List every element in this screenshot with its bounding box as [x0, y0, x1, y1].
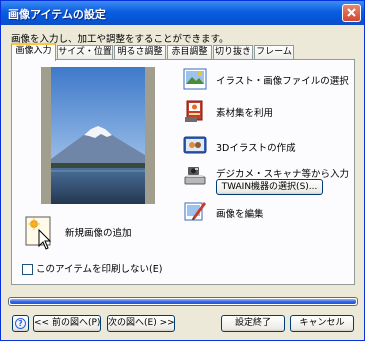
- window-title: 画像アイテムの設定: [8, 8, 106, 21]
- digicam-scanner-option[interactable]: デジカメ・スキャナ等から入力: [216, 166, 349, 180]
- image-file-icon[interactable]: [183, 67, 207, 91]
- create-3d-option[interactable]: 3Dイラストの作成: [216, 140, 296, 154]
- title-bar[interactable]: 画像アイテムの設定: [1, 1, 364, 25]
- tab-brightness[interactable]: 明るさ調整: [114, 45, 166, 60]
- next-figure-button[interactable]: 次の図へ(E) >>: [107, 315, 175, 332]
- finish-settings-button[interactable]: 設定終了: [221, 315, 285, 332]
- add-new-image-label[interactable]: 新規画像の追加: [65, 225, 132, 239]
- progress-fill: [10, 299, 356, 304]
- use-material-option[interactable]: 素材集を利用: [216, 105, 273, 119]
- material-collection-icon[interactable]: [183, 99, 207, 123]
- settings-dialog: 画像アイテムの設定 画像を入力し、加工や調整をすることができます。 画像入力 サ…: [0, 0, 365, 341]
- prev-figure-button[interactable]: << 前の図へ(P): [33, 315, 101, 332]
- tab-red-eye[interactable]: 赤目調整: [167, 45, 212, 60]
- progress-bar: [8, 297, 358, 306]
- tab-frame[interactable]: フレーム: [254, 45, 294, 60]
- tab-size-position[interactable]: サイズ・位置: [57, 45, 113, 60]
- preview-photo: [51, 67, 145, 204]
- new-image-icon[interactable]: [25, 216, 55, 250]
- image-preview: [41, 67, 155, 204]
- cancel-button[interactable]: キャンセル: [290, 315, 354, 332]
- no-print-checkbox[interactable]: [22, 264, 33, 275]
- close-icon: [347, 8, 356, 17]
- tab-image-input[interactable]: 画像入力: [11, 43, 56, 61]
- help-button[interactable]: ?: [12, 315, 29, 332]
- edit-image-icon[interactable]: [183, 199, 207, 223]
- edit-image-option[interactable]: 画像を編集: [216, 206, 264, 220]
- select-image-file-option[interactable]: イラスト・画像ファイルの選択: [216, 73, 349, 87]
- twain-select-button[interactable]: TWAIN機器の選択(S)...: [216, 179, 323, 195]
- tab-crop[interactable]: 切り抜き: [213, 45, 253, 60]
- camera-scanner-icon[interactable]: [183, 164, 207, 188]
- close-button[interactable]: [342, 4, 361, 22]
- 3d-illustration-icon[interactable]: [183, 133, 207, 157]
- help-icon: ?: [15, 318, 26, 329]
- no-print-label[interactable]: このアイテムを印刷しない(E): [36, 264, 162, 276]
